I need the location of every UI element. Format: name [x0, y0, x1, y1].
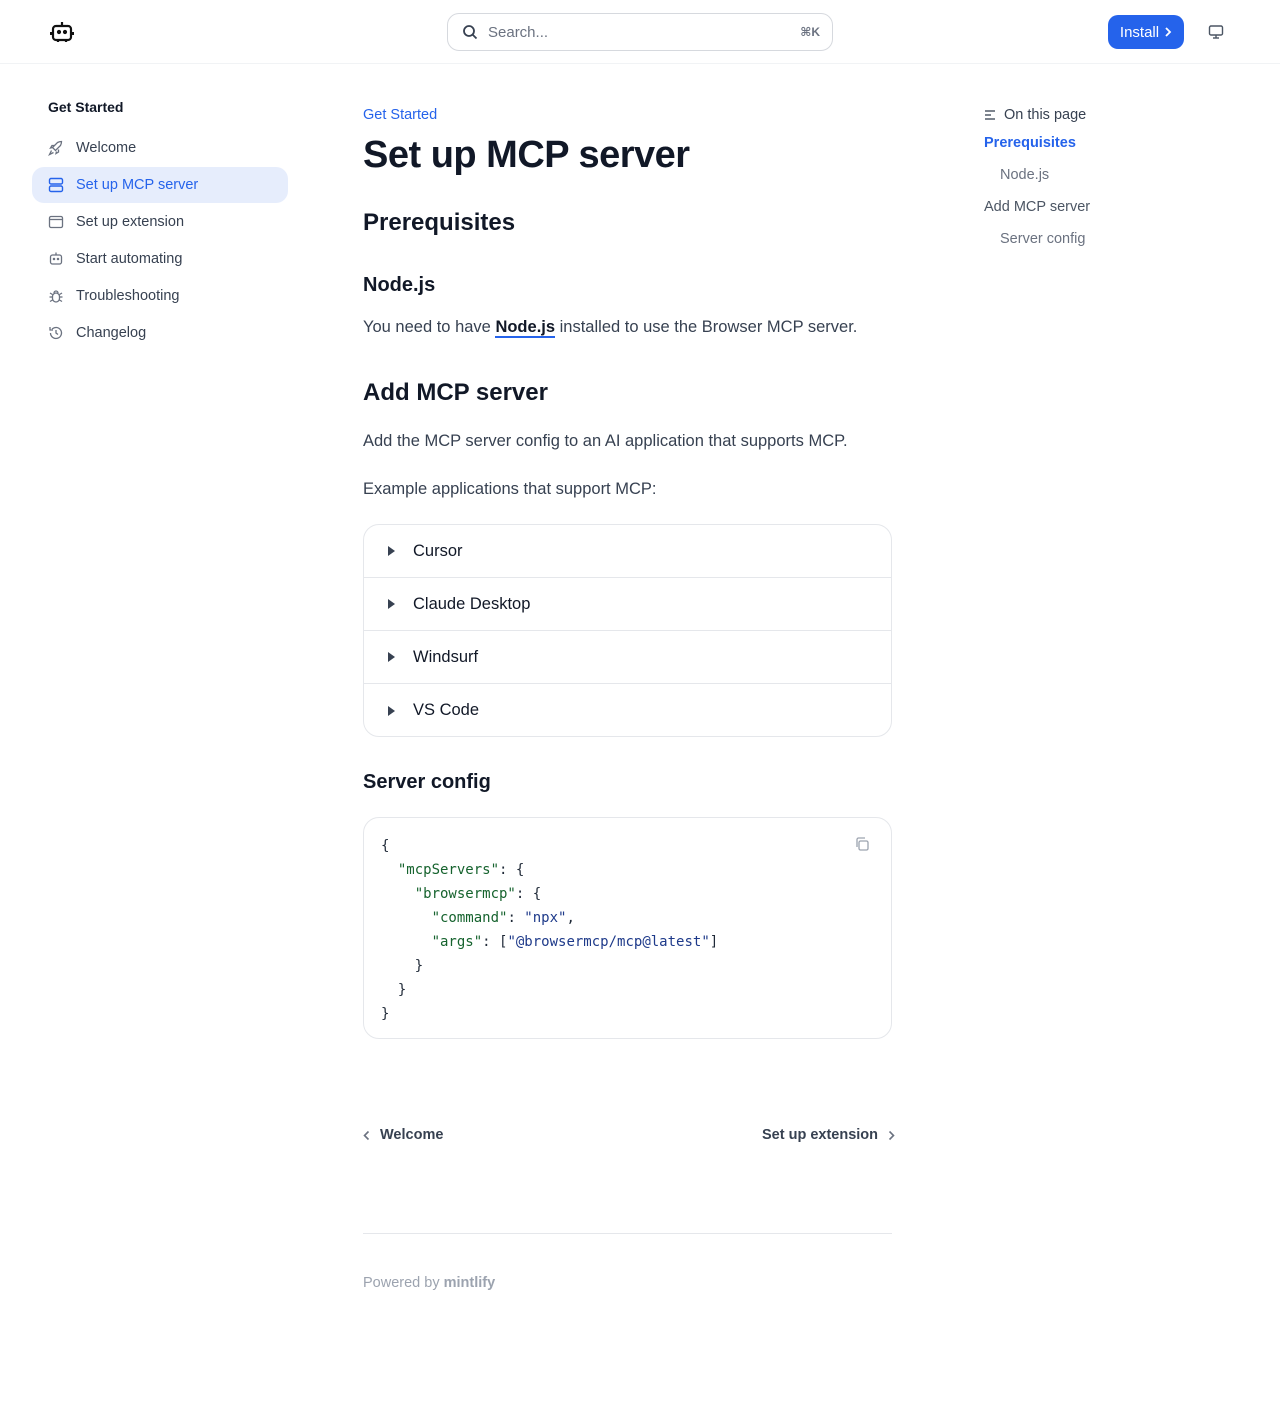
sidebar-item-label: Set up extension [76, 214, 185, 230]
caret-right-icon [388, 652, 395, 662]
copy-icon[interactable] [853, 835, 871, 853]
code-line: "args": ["@browsermcp/mcp@latest"] [431, 934, 719, 950]
code-line: "command": "npx", [431, 910, 575, 926]
sidebar-item-label: Changelog [76, 325, 147, 341]
browser-window-icon [48, 214, 64, 230]
page-title: Set up MCP server [363, 134, 690, 176]
apps-accordion: Cursor Claude Desktop Windsurf VS Code [363, 524, 892, 737]
nodejs-paragraph: You need to have Node.js installed to us… [363, 318, 858, 338]
list-lines-icon [985, 110, 995, 120]
prev-page-link[interactable]: Welcome [363, 1127, 443, 1143]
search-icon [462, 23, 480, 41]
history-icon [48, 325, 64, 341]
heading-prerequisites: Prerequisites [363, 209, 516, 236]
accordion-item-cursor[interactable]: Cursor [364, 525, 891, 578]
code-line: { [381, 838, 390, 854]
server-icon [48, 177, 64, 193]
toc-item-server-config[interactable]: Server config [1000, 231, 1085, 247]
mintlify-brand: mintlify [443, 1275, 496, 1291]
search-bar[interactable]: ⌘K [447, 13, 833, 51]
install-button[interactable]: Install [1108, 15, 1184, 49]
sidebar-section-title: Get Started [48, 99, 124, 115]
toc-item-prerequisites[interactable]: Prerequisites [984, 135, 1076, 151]
sidebar-item-label: Set up MCP server [76, 177, 199, 193]
nodejs-link[interactable]: Node.js [495, 318, 556, 338]
sidebar-item-setup-extension[interactable]: Set up extension [32, 204, 288, 240]
theme-toggle-monitor-icon[interactable] [1206, 22, 1226, 42]
accordion-item-vs-code[interactable]: VS Code [364, 684, 891, 736]
add-mcp-paragraph: Add the MCP server config to an AI appli… [363, 432, 848, 450]
chevron-right-icon [888, 1130, 895, 1140]
sidebar-item-label: Start automating [76, 251, 183, 267]
heading-server-config: Server config [363, 771, 491, 793]
sidebar-item-setup-mcp-server[interactable]: Set up MCP server [32, 167, 288, 203]
chevron-right-icon [1165, 27, 1172, 37]
code-line: } [381, 982, 407, 998]
heading-nodejs: Node.js [363, 274, 436, 296]
search-input[interactable] [488, 23, 801, 41]
powered-by-footer[interactable]: Powered by mintlify [363, 1275, 495, 1291]
next-page-link[interactable]: Set up extension [762, 1127, 895, 1143]
accordion-item-windsurf[interactable]: Windsurf [364, 631, 891, 684]
bug-icon [48, 288, 64, 304]
toc-heading: On this page [984, 107, 1086, 123]
install-label: Install [1119, 23, 1160, 41]
sidebar-item-label: Welcome [76, 140, 137, 156]
code-line: "mcpServers": { [397, 862, 525, 878]
accordion-item-claude-desktop[interactable]: Claude Desktop [364, 578, 891, 631]
caret-right-icon [388, 599, 395, 609]
robot-logo-icon[interactable] [48, 20, 76, 44]
sidebar-item-changelog[interactable]: Changelog [32, 315, 288, 351]
toc-item-add-mcp-server[interactable]: Add MCP server [984, 199, 1090, 215]
top-header: ⌘K Install [0, 0, 1280, 64]
caret-right-icon [388, 546, 395, 556]
sidebar-item-welcome[interactable]: Welcome [32, 130, 288, 166]
example-apps-paragraph: Example applications that support MCP: [363, 480, 657, 498]
sidebar-item-label: Troubleshooting [76, 288, 180, 304]
code-line: "browsermcp": { [414, 886, 542, 902]
heading-add-mcp-server: Add MCP server [363, 379, 548, 406]
code-line: } [381, 958, 424, 974]
code-line: } [381, 1006, 390, 1022]
sidebar-item-start-automating[interactable]: Start automating [32, 241, 288, 277]
server-config-code-block[interactable]: { "mcpServers": { "browsermcp": { "comma… [363, 817, 892, 1039]
chevron-left-icon [363, 1130, 370, 1140]
robot-icon [48, 251, 64, 267]
rocket-icon [48, 140, 64, 156]
search-shortcut: ⌘K [800, 25, 820, 39]
toc-item-nodejs[interactable]: Node.js [1000, 167, 1049, 183]
breadcrumb[interactable]: Get Started [363, 107, 437, 123]
footer-divider [363, 1233, 892, 1234]
sidebar-item-troubleshooting[interactable]: Troubleshooting [32, 278, 288, 314]
caret-right-icon [388, 705, 395, 716]
